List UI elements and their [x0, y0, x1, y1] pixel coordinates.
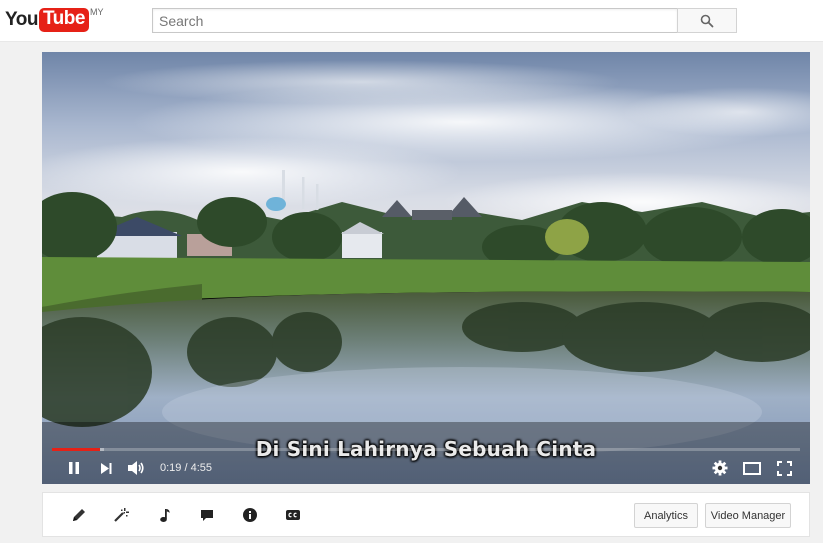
current-time: 0:19: [160, 462, 182, 474]
next-icon: [100, 462, 111, 474]
fullscreen-icon: [776, 460, 792, 476]
fullscreen-button[interactable]: [768, 452, 800, 484]
pause-icon: [69, 462, 79, 474]
logo-region-code: MY: [89, 7, 104, 17]
enhancements-tool-button[interactable]: [111, 505, 131, 525]
video-manager-button[interactable]: Video Manager: [705, 503, 791, 528]
progress-played: [52, 448, 101, 451]
play-pause-button[interactable]: [56, 452, 92, 484]
comment-icon: [201, 510, 213, 521]
search-box: [152, 8, 678, 33]
info-icon: [243, 508, 257, 522]
theater-icon: [743, 461, 761, 475]
progress-bar[interactable]: [52, 448, 800, 451]
volume-button[interactable]: [120, 452, 152, 484]
video-frame: [42, 52, 810, 484]
volume-icon: [128, 461, 144, 475]
settings-icon: [712, 460, 728, 476]
info-tool-button[interactable]: [240, 505, 260, 525]
settings-button[interactable]: [704, 452, 736, 484]
masthead: You Tube MY: [0, 0, 823, 42]
search-input[interactable]: [153, 9, 677, 32]
creator-toolbar: Analytics Video Manager: [42, 492, 810, 537]
music-note-icon: [160, 509, 170, 522]
magic-wand-icon: [114, 508, 129, 522]
search-icon: [700, 14, 714, 27]
cc-icon: [286, 510, 300, 520]
video-player[interactable]: Di Sini Lahirnya Sebuah Cinta 0:19 / 4:5…: [42, 52, 810, 484]
time-separator: /: [181, 462, 191, 474]
annotations-tool-button[interactable]: [197, 505, 217, 525]
pencil-icon: [73, 509, 85, 521]
analytics-button[interactable]: Analytics: [634, 503, 698, 528]
logo-tube-text: Tube: [38, 8, 89, 32]
next-button[interactable]: [92, 452, 120, 484]
player-controls: 0:19 / 4:55: [42, 452, 810, 484]
subtitles-tool-button[interactable]: [283, 505, 303, 525]
search-button[interactable]: [677, 8, 737, 33]
audio-tool-button[interactable]: [155, 505, 175, 525]
theater-mode-button[interactable]: [736, 452, 768, 484]
time-display: 0:19 / 4:55: [160, 462, 212, 474]
edit-tool-button[interactable]: [69, 505, 89, 525]
logo-you-text: You: [5, 9, 38, 30]
youtube-logo[interactable]: You Tube MY: [5, 7, 103, 33]
duration: 4:55: [190, 462, 213, 474]
